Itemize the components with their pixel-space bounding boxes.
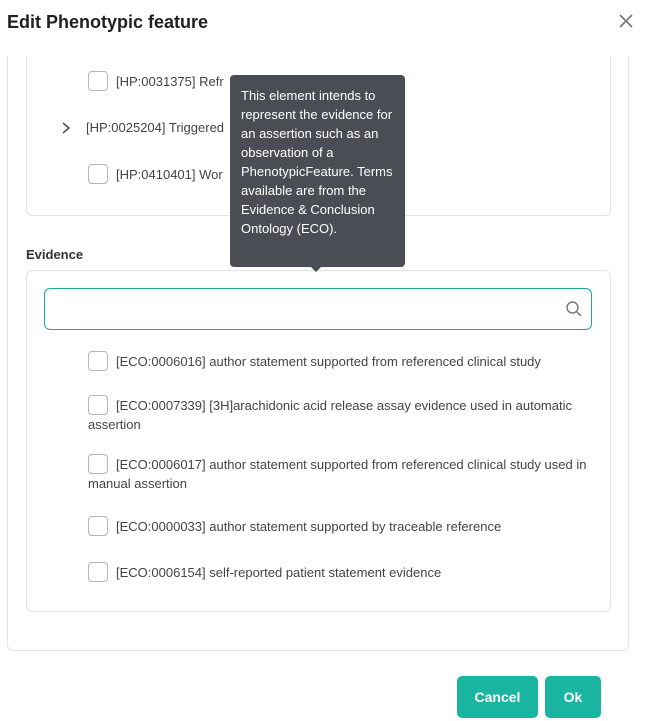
evidence-item-checkbox[interactable] bbox=[88, 395, 108, 415]
evidence-item-checkbox[interactable] bbox=[88, 562, 108, 582]
evidence-item-label: [ECO:0006016] author statement supported… bbox=[116, 354, 541, 369]
evidence-help-tooltip: This element intends to represent the ev… bbox=[230, 75, 405, 267]
tree-item[interactable]: [HP:0025204] Triggered bbox=[60, 120, 224, 135]
tooltip-arrow bbox=[310, 266, 322, 272]
evidence-item-checkbox[interactable] bbox=[88, 454, 108, 474]
evidence-item-label: [ECO:0000033] author statement supported… bbox=[116, 519, 502, 534]
evidence-item-checkbox[interactable] bbox=[88, 351, 108, 371]
evidence-item-label: [ECO:0006154] self-reported patient stat… bbox=[116, 565, 442, 580]
tree-item[interactable]: [HP:0410401] Wor bbox=[88, 164, 223, 184]
tree-item-checkbox[interactable] bbox=[88, 71, 108, 91]
evidence-item[interactable]: [ECO:0007339] [3H]arachidonic acid relea… bbox=[88, 395, 588, 434]
evidence-item[interactable]: [ECO:0000033] author statement supported… bbox=[88, 516, 588, 536]
close-button[interactable] bbox=[615, 10, 637, 32]
evidence-item-label: [ECO:0007339] [3H]arachidonic acid relea… bbox=[88, 398, 572, 432]
evidence-search bbox=[44, 288, 592, 330]
tree-item-label: [HP:0025204] Triggered bbox=[86, 120, 225, 135]
cancel-button[interactable]: Cancel bbox=[457, 676, 538, 718]
evidence-item[interactable]: [ECO:0006017] author statement supported… bbox=[88, 454, 588, 493]
ok-button[interactable]: Ok bbox=[545, 676, 601, 718]
tree-item-label: [HP:0031375] Refr bbox=[116, 73, 224, 89]
tree-item-checkbox[interactable] bbox=[88, 164, 108, 184]
evidence-item-checkbox[interactable] bbox=[88, 516, 108, 536]
dialog-title: Edit Phenotypic feature bbox=[7, 12, 209, 32]
tree-item-label: [HP:0410401] Wor bbox=[116, 166, 223, 182]
evidence-search-input[interactable] bbox=[53, 289, 553, 327]
evidence-label: Evidence bbox=[26, 247, 84, 262]
chevron-right-icon[interactable] bbox=[60, 121, 72, 135]
tree-item[interactable]: [HP:0031375] Refr bbox=[88, 71, 224, 91]
close-icon bbox=[619, 14, 633, 28]
evidence-item-label: [ECO:0006017] author statement supported… bbox=[88, 457, 587, 491]
evidence-item[interactable]: [ECO:0006016] author statement supported… bbox=[88, 351, 588, 371]
search-icon[interactable] bbox=[565, 300, 583, 318]
evidence-item[interactable]: [ECO:0006154] self-reported patient stat… bbox=[88, 562, 588, 582]
